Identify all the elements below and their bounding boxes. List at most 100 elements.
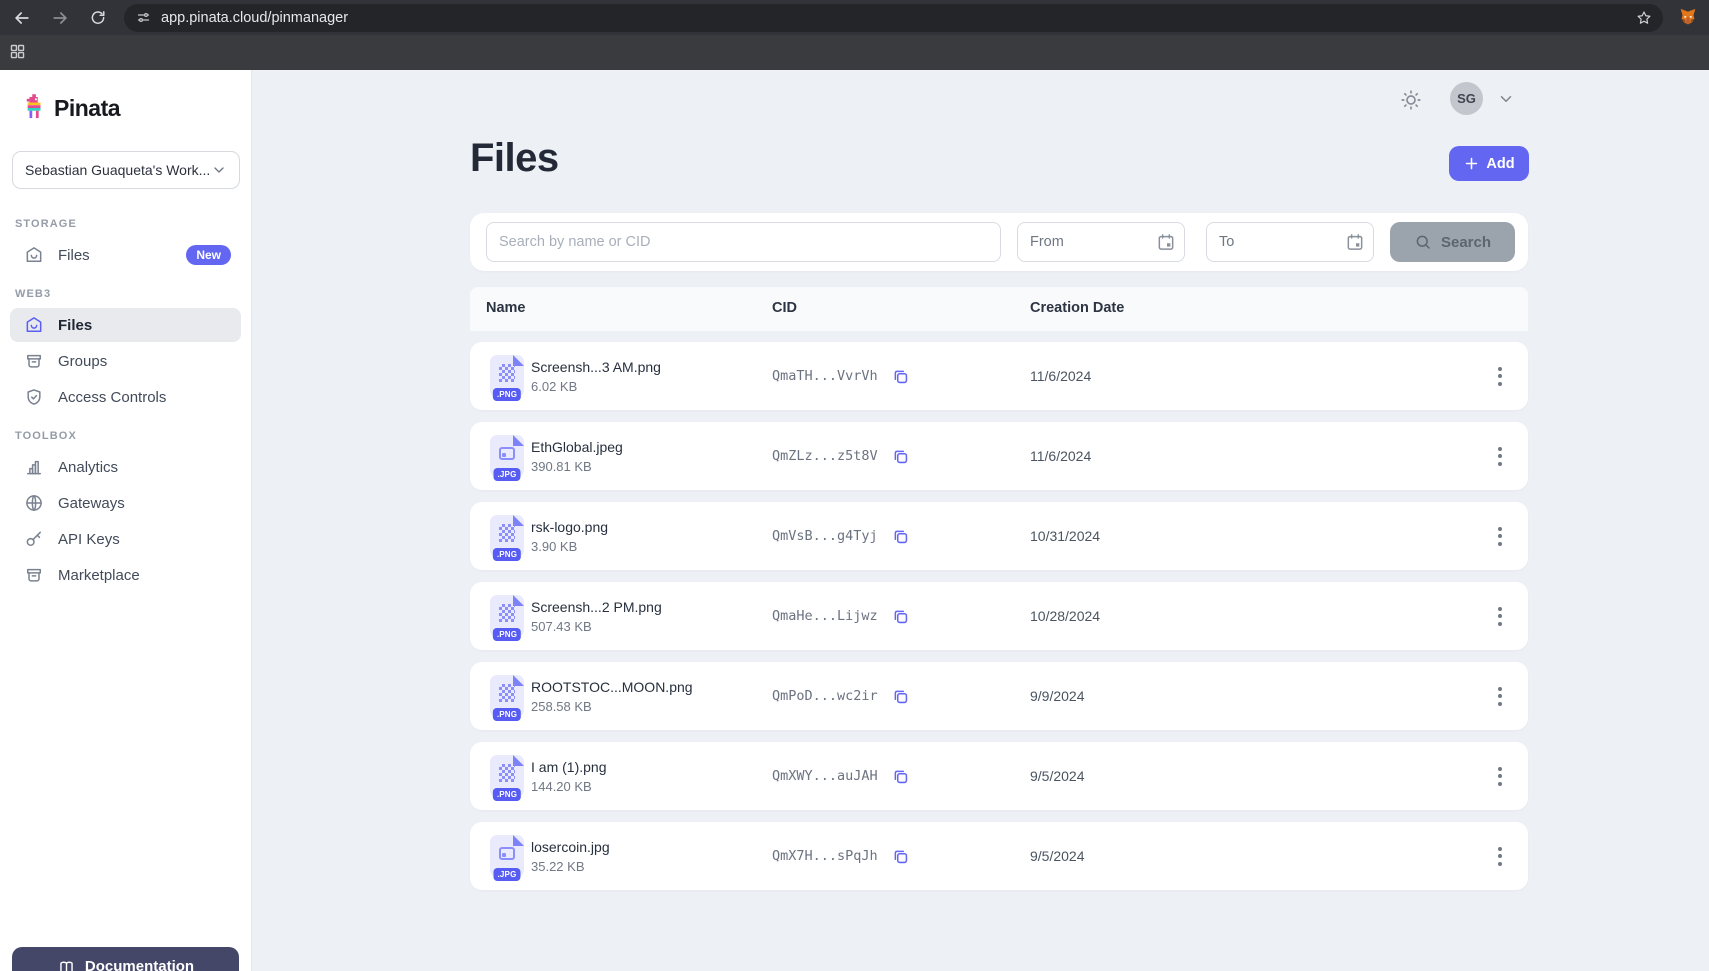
copy-cid-icon[interactable] bbox=[891, 607, 910, 626]
file-type-badge: .PNG bbox=[493, 548, 521, 561]
sidebar-item-marketplace[interactable]: Marketplace bbox=[10, 558, 241, 592]
sidebar-item-analytics[interactable]: Analytics bbox=[10, 450, 241, 484]
table-header: Name CID Creation Date bbox=[470, 287, 1528, 331]
file-cid: QmZLz...z5t8V bbox=[772, 448, 878, 464]
workspace-name: Sebastian Guaqueta's Work... bbox=[25, 162, 211, 178]
add-button[interactable]: Add bbox=[1449, 146, 1529, 181]
file-creation-date: 9/9/2024 bbox=[1030, 688, 1488, 704]
table-row[interactable]: .PNG I am (1).png 144.20 KB QmXWY...auJA… bbox=[470, 742, 1528, 810]
copy-cid-icon[interactable] bbox=[891, 447, 910, 466]
sidebar-item-label: Gateways bbox=[58, 495, 125, 512]
table-row[interactable]: .JPG losercoin.jpg 35.22 KB QmX7H...sPqJ… bbox=[470, 822, 1528, 890]
search-button[interactable]: Search bbox=[1390, 222, 1515, 262]
sidebar-item-access-controls[interactable]: Access Controls bbox=[10, 380, 241, 414]
sidebar-item-gateways[interactable]: Gateways bbox=[10, 486, 241, 520]
file-size: 35.22 KB bbox=[531, 859, 772, 874]
file-size: 6.02 KB bbox=[531, 379, 772, 394]
file-name: Screensh...3 AM.png bbox=[531, 359, 772, 375]
user-avatar[interactable]: SG bbox=[1450, 82, 1483, 115]
theme-toggle-sun-icon[interactable] bbox=[1399, 88, 1423, 112]
browser-forward-button[interactable] bbox=[48, 6, 72, 30]
sidebar-item-groups[interactable]: Groups bbox=[10, 344, 241, 378]
url-text[interactable]: app.pinata.cloud/pinmanager bbox=[161, 10, 1625, 26]
address-bar[interactable]: app.pinata.cloud/pinmanager bbox=[124, 4, 1663, 32]
chevron-down-icon bbox=[211, 162, 227, 178]
table-row[interactable]: .PNG Screensh...2 PM.png 507.43 KB QmaHe… bbox=[470, 582, 1528, 650]
calendar-icon[interactable] bbox=[1345, 232, 1365, 252]
globe-icon bbox=[24, 493, 44, 513]
table-row[interactable]: .PNG Screensh...3 AM.png 6.02 KB QmaTH..… bbox=[470, 342, 1528, 410]
file-cid: QmaTH...VvrVh bbox=[772, 368, 878, 384]
table-row[interactable]: .PNG rsk-logo.png 3.90 KB QmVsB...g4Tyj … bbox=[470, 502, 1528, 570]
file-creation-date: 11/6/2024 bbox=[1030, 448, 1488, 464]
bookmark-star-icon[interactable] bbox=[1635, 9, 1653, 27]
row-menu-kebab-icon[interactable] bbox=[1488, 761, 1512, 792]
table-row[interactable]: .JPG EthGlobal.jpeg 390.81 KB QmZLz...z5… bbox=[470, 422, 1528, 490]
groups-icon bbox=[24, 351, 44, 371]
browser-toolbar: app.pinata.cloud/pinmanager bbox=[0, 0, 1709, 35]
sidebar-item-label: Access Controls bbox=[58, 389, 166, 406]
box-icon bbox=[24, 565, 44, 585]
sidebar: Pinata Sebastian Guaqueta's Work... STOR… bbox=[0, 70, 252, 971]
search-button-label: Search bbox=[1441, 234, 1491, 251]
file-name: ROOTSTOC...MOON.png bbox=[531, 679, 772, 695]
sidebar-item-label: Analytics bbox=[58, 459, 118, 476]
file-cid: QmPoD...wc2ir bbox=[772, 688, 878, 704]
site-info-icon[interactable] bbox=[136, 10, 151, 25]
sidebar-item-api-keys[interactable]: API Keys bbox=[10, 522, 241, 556]
sidebar-item-label: Marketplace bbox=[58, 567, 140, 584]
row-menu-kebab-icon[interactable] bbox=[1488, 841, 1512, 872]
table-row[interactable]: .PNG ROOTSTOC...MOON.png 258.58 KB QmPoD… bbox=[470, 662, 1528, 730]
file-type-badge: .PNG bbox=[493, 708, 521, 721]
search-input[interactable] bbox=[486, 222, 1001, 262]
file-cid: QmVsB...g4Tyj bbox=[772, 528, 878, 544]
copy-cid-icon[interactable] bbox=[891, 767, 910, 786]
file-type-badge: .PNG bbox=[493, 628, 521, 641]
file-creation-date: 11/6/2024 bbox=[1030, 368, 1488, 384]
row-menu-kebab-icon[interactable] bbox=[1488, 361, 1512, 392]
file-name: Screensh...2 PM.png bbox=[531, 599, 772, 615]
file-creation-date: 10/31/2024 bbox=[1030, 528, 1488, 544]
column-header-creation-date: Creation Date bbox=[1030, 300, 1124, 316]
file-cid: QmaHe...Lijwz bbox=[772, 608, 878, 624]
metamask-extension-icon[interactable] bbox=[1677, 7, 1699, 29]
column-header-cid: CID bbox=[772, 300, 797, 316]
filter-bar: Search bbox=[470, 213, 1528, 271]
file-type-icon: .PNG bbox=[490, 755, 524, 797]
copy-cid-icon[interactable] bbox=[891, 367, 910, 386]
documentation-label: Documentation bbox=[85, 958, 194, 971]
sidebar-item-label: Groups bbox=[58, 353, 107, 370]
row-menu-kebab-icon[interactable] bbox=[1488, 441, 1512, 472]
browser-reload-button[interactable] bbox=[86, 6, 110, 30]
file-cid: QmXWY...auJAH bbox=[772, 768, 878, 784]
page-title: Files bbox=[470, 136, 559, 181]
file-type-icon: .PNG bbox=[490, 355, 524, 397]
copy-cid-icon[interactable] bbox=[891, 527, 910, 546]
files-icon bbox=[24, 245, 44, 265]
calendar-icon[interactable] bbox=[1156, 232, 1176, 252]
browser-back-button[interactable] bbox=[10, 6, 34, 30]
pinata-logo[interactable]: Pinata bbox=[24, 94, 120, 122]
account-chevron-down-icon[interactable] bbox=[1497, 90, 1515, 108]
documentation-button[interactable]: Documentation bbox=[12, 947, 239, 971]
sidebar-item-label: API Keys bbox=[58, 531, 120, 548]
sidebar-item-storage-files[interactable]: Files New bbox=[10, 238, 241, 272]
date-from-field[interactable] bbox=[1017, 222, 1185, 262]
copy-cid-icon[interactable] bbox=[891, 687, 910, 706]
apps-grid-icon[interactable] bbox=[9, 43, 26, 60]
row-menu-kebab-icon[interactable] bbox=[1488, 601, 1512, 632]
sidebar-item-web3-files[interactable]: Files bbox=[10, 308, 241, 342]
new-badge: New bbox=[186, 245, 231, 265]
file-type-icon: .PNG bbox=[490, 675, 524, 717]
row-menu-kebab-icon[interactable] bbox=[1488, 681, 1512, 712]
copy-cid-icon[interactable] bbox=[891, 847, 910, 866]
sidebar-item-label: Files bbox=[58, 317, 92, 334]
row-menu-kebab-icon[interactable] bbox=[1488, 521, 1512, 552]
date-to-field[interactable] bbox=[1206, 222, 1374, 262]
workspace-selector[interactable]: Sebastian Guaqueta's Work... bbox=[12, 151, 240, 189]
browser-bookmarks-strip bbox=[0, 35, 1709, 70]
section-label-storage: STORAGE bbox=[0, 218, 251, 236]
shield-check-icon bbox=[24, 387, 44, 407]
book-icon bbox=[57, 958, 76, 971]
file-type-icon: .JPG bbox=[490, 835, 524, 877]
